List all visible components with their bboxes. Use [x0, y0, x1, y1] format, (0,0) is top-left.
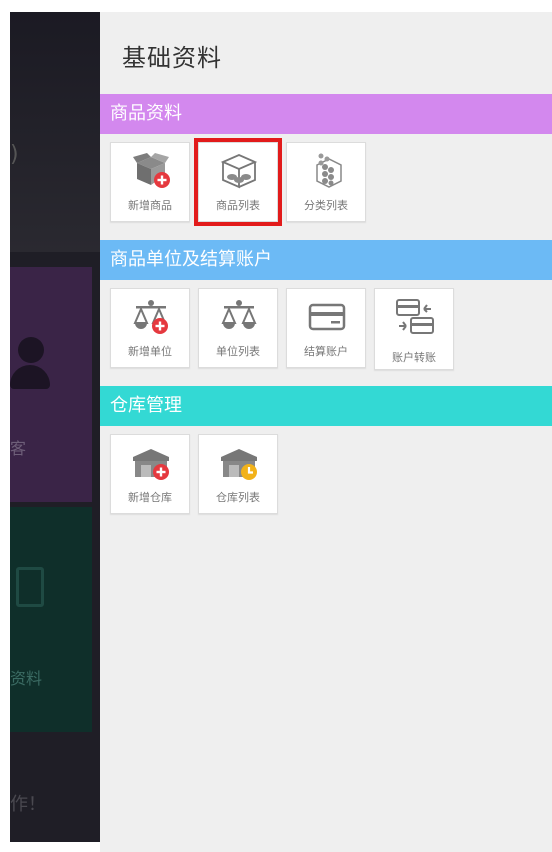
box-list-icon: [220, 154, 258, 189]
tile-category-list-label: 分类列表: [304, 199, 348, 212]
tile-add-unit-label: 新增单位: [128, 345, 172, 358]
background-header: [10, 12, 100, 252]
tile-settlement-account-label: 结算账户: [304, 345, 348, 358]
tile-add-warehouse[interactable]: 新增仓库: [110, 434, 190, 514]
scale-add-icon: [133, 300, 168, 334]
box-add-icon: [133, 153, 170, 188]
tile-product-list[interactable]: 商品列表: [194, 138, 282, 226]
warehouse-list-icon: [221, 449, 257, 480]
background-bottom-text: 作！: [10, 794, 46, 815]
tile-add-warehouse-label: 新增仓库: [128, 491, 172, 504]
document-icon: [16, 567, 44, 607]
background-fragment: ): [10, 142, 19, 167]
tile-warehouse-list-label: 仓库列表: [216, 491, 260, 504]
person-icon: [10, 337, 50, 389]
scale-icon: [221, 300, 257, 329]
section-header-warehouse: 仓库管理: [100, 386, 552, 426]
background-strip: ) 客 资料 作！: [10, 12, 100, 842]
tile-category-list[interactable]: 分类列表: [286, 142, 366, 222]
background-tile-data-label: 资料: [10, 669, 43, 688]
tile-add-product[interactable]: 新增商品: [110, 142, 190, 222]
tile-product-list-label: 商品列表: [216, 199, 260, 212]
section-header-product-data: 商品资料: [100, 94, 552, 134]
background-tile-customer: 客: [10, 267, 92, 502]
basic-data-drawer: 基础资料 商品资料 新增商品 商品列表 分类列表 商品单位及结算账户 新增单位 …: [100, 12, 552, 852]
category-icon: [316, 153, 342, 188]
drawer-title: 基础资料: [122, 44, 222, 72]
section-header-units-accounts: 商品单位及结算账户: [100, 240, 552, 280]
background-tile-customer-label: 客: [10, 439, 27, 458]
tile-account-transfer[interactable]: 账户转账: [374, 288, 454, 370]
tile-unit-list-label: 单位列表: [216, 345, 260, 358]
tile-settlement-account[interactable]: 结算账户: [286, 288, 366, 368]
tile-warehouse-list[interactable]: 仓库列表: [198, 434, 278, 514]
card-icon: [308, 303, 346, 331]
tile-account-transfer-label: 账户转账: [392, 351, 436, 364]
transfer-icon: [396, 299, 434, 334]
background-tile-data: 资料: [10, 507, 92, 732]
tile-unit-list[interactable]: 单位列表: [198, 288, 278, 368]
tile-add-product-label: 新增商品: [128, 199, 172, 212]
warehouse-add-icon: [133, 449, 169, 480]
tile-add-unit[interactable]: 新增单位: [110, 288, 190, 368]
